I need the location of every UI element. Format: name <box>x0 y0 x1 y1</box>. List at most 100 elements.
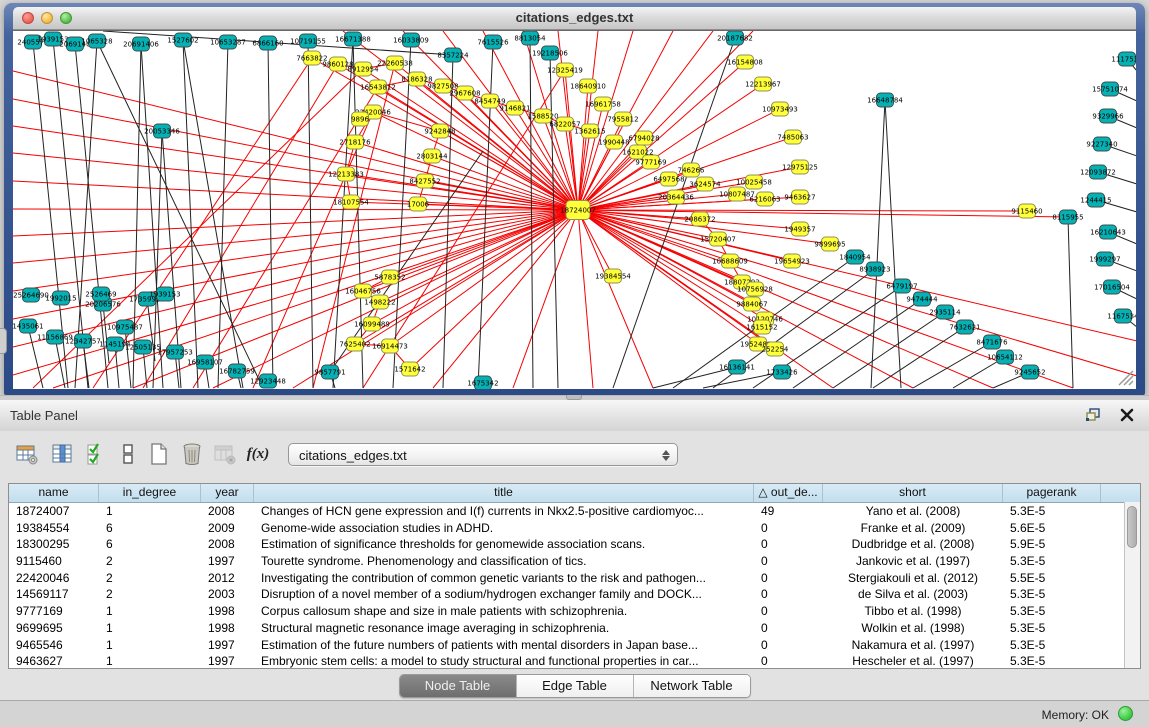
cell-title: Genome-wide association studies in ADHD. <box>254 520 754 537</box>
graph-node-label: 1527602 <box>167 37 198 45</box>
graph-edge[interactable] <box>13 210 578 236</box>
graph-edge[interactable] <box>268 43 273 388</box>
table-row[interactable]: 1456911722003Disruption of a novel membe… <box>9 586 1140 603</box>
graph-edge[interactable] <box>346 174 578 210</box>
graph-node-label: 12325419 <box>547 67 583 75</box>
column-header-out_degree[interactable]: △ out_de... <box>754 484 823 502</box>
select-columns-icon[interactable] <box>47 439 77 469</box>
graph-node-label: 9896 <box>351 116 369 124</box>
cell-in_degree: 2 <box>99 570 201 587</box>
graph-edge[interactable] <box>871 100 885 388</box>
network-canvas[interactable]: 1872400776638229860128891295422260538165… <box>13 30 1136 389</box>
graph-node-label: 10654112 <box>987 354 1023 362</box>
graph-edge[interactable] <box>308 41 313 388</box>
graph-edge[interactable] <box>578 210 1136 376</box>
graph-node-label: 18640910 <box>570 83 606 91</box>
table-settings-icon[interactable] <box>12 439 42 469</box>
graph-edge[interactable] <box>133 44 141 388</box>
table-row[interactable]: 946362711997Embryonic stem cells: a mode… <box>9 653 1140 669</box>
graph-node-label: 1117534 <box>1111 56 1136 64</box>
row-height-icon[interactable] <box>113 439 143 469</box>
graph-node-label: 12213383 <box>328 171 364 179</box>
graph-edge[interactable] <box>613 38 735 388</box>
cell-year: 2008 <box>201 503 254 520</box>
graph-node-label: 3624574 <box>689 181 721 189</box>
graph-node-label: 18724007 <box>560 207 596 215</box>
new-file-icon[interactable] <box>144 439 174 469</box>
table-row[interactable]: 2242004622012Investigating the contribut… <box>9 570 1140 587</box>
tab-edge-table[interactable]: Edge Table <box>517 675 634 697</box>
function-builder-icon[interactable]: f(x) <box>243 439 273 469</box>
table-body: 1872400712008Changes of HCN gene express… <box>9 503 1140 669</box>
graph-edge[interactable] <box>183 40 243 388</box>
table-row[interactable]: 969969511998Structural magnetic resonanc… <box>9 620 1140 637</box>
graph-edge[interactable] <box>873 327 965 388</box>
column-header-name[interactable]: name <box>9 484 99 502</box>
table-row[interactable]: 1872400712008Changes of HCN gene express… <box>9 503 1140 520</box>
graph-edge[interactable] <box>393 40 411 388</box>
delete-rows-trash-icon[interactable] <box>177 439 207 469</box>
graph-edge[interactable] <box>578 210 593 388</box>
node-table: namein_degreeyeartitle△ out_de...shortpa… <box>8 483 1141 669</box>
graph-edge[interactable] <box>833 312 945 388</box>
graph-edge[interactable] <box>218 42 228 388</box>
table-row[interactable]: 977716911998Corpus callosum shape and si… <box>9 603 1140 620</box>
table-row[interactable]: 1830029562008Estimation of significance … <box>9 536 1140 553</box>
graph-node-label: 1999297 <box>1089 256 1120 264</box>
panel-edge-tab[interactable] <box>0 328 7 354</box>
graph-node-label: 10756928 <box>737 286 773 294</box>
graph-node-label: 12213967 <box>745 81 781 89</box>
cell-title: Changes of HCN gene expression and I(f) … <box>254 503 754 520</box>
graph-edge[interactable] <box>793 299 922 388</box>
column-header-short[interactable]: short <box>823 484 1003 502</box>
table-row[interactable]: 946554611997Estimation of the future num… <box>9 637 1140 654</box>
graph-edge[interactable] <box>1068 217 1073 388</box>
column-header-year[interactable]: year <box>201 484 254 502</box>
graph-node-label: 7615526 <box>477 39 509 47</box>
table-row[interactable]: 911546021997Tourette syndrome. Phenomeno… <box>9 553 1140 570</box>
graph-edge[interactable] <box>13 126 578 210</box>
tab-network-table[interactable]: Network Table <box>634 675 750 697</box>
cell-title: Structural magnetic resonance image aver… <box>254 620 754 637</box>
select-all-rows-icon[interactable] <box>82 439 112 469</box>
cell-title: Disruption of a novel member of a sodium… <box>254 586 754 603</box>
graph-edge[interactable] <box>97 41 263 388</box>
column-header-title[interactable]: title <box>254 484 754 502</box>
graph-node-label: 19654923 <box>774 258 810 266</box>
graph-edge[interactable] <box>913 342 992 388</box>
graph-node-label: 20053346 <box>144 128 180 136</box>
graph-node-label: 2803144 <box>416 153 448 161</box>
cell-short: Dudbridge et al. (2008) <box>823 536 1003 553</box>
table-row[interactable]: 1938455462009Genome-wide association stu… <box>9 520 1140 537</box>
graph-node-label: 19218506 <box>532 50 568 58</box>
scrollbar-thumb[interactable] <box>1127 506 1137 548</box>
cell-out_degree: 0 <box>754 586 823 603</box>
tab-node-table[interactable]: Node Table <box>400 675 517 697</box>
graph-edge[interactable] <box>530 38 533 388</box>
column-header-in_degree[interactable]: in_degree <box>99 484 201 502</box>
table-panel-title: Table Panel <box>10 408 78 423</box>
close-panel-icon[interactable] <box>1117 405 1137 425</box>
graph-edge[interactable] <box>333 39 353 388</box>
column-header-pagerank[interactable]: pagerank <box>1003 484 1101 502</box>
graph-edge[interactable] <box>103 304 109 363</box>
graph-node-label: 1939153 <box>149 291 180 299</box>
graph-edge[interactable] <box>578 31 598 210</box>
graph-node-label: 1571642 <box>394 366 425 374</box>
graph-edge[interactable] <box>183 40 198 388</box>
cell-short: Jankovic et al. (1997) <box>823 553 1003 570</box>
table-selector-dropdown[interactable]: citations_edges.txt <box>288 443 678 466</box>
memory-status-label: Memory: OK <box>1042 708 1109 722</box>
graph-edge[interactable] <box>13 210 578 263</box>
graph-node-label: 1615152 <box>746 324 777 332</box>
cell-pagerank: 5.3E-5 <box>1003 637 1101 654</box>
graph-edge[interactable] <box>13 181 578 210</box>
cell-short: de Silva et al. (2003) <box>823 586 1003 603</box>
float-panel-icon[interactable] <box>1083 405 1103 425</box>
window-titlebar[interactable]: citations_edges.txt <box>13 7 1136 30</box>
graph-node-label: 17957253 <box>157 349 193 357</box>
graph-edge[interactable] <box>13 209 578 210</box>
graph-node-label: 7632621 <box>949 324 980 332</box>
cell-name: 9465546 <box>9 637 99 654</box>
table-vertical-scrollbar[interactable] <box>1124 502 1140 668</box>
